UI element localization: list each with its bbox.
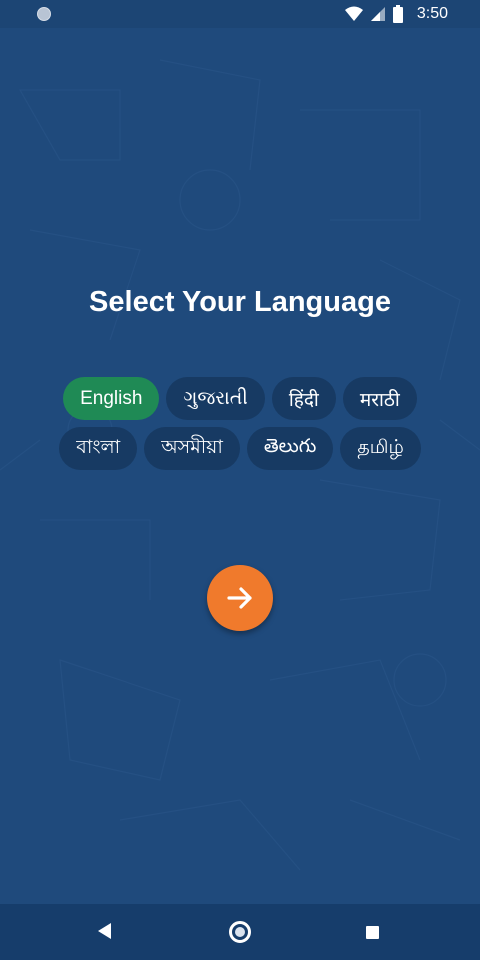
status-icons: 3:50 (344, 0, 448, 28)
notification-dot-icon (37, 7, 51, 21)
language-row-1: English ગુજરાતી हिंदी मराठी (0, 377, 480, 420)
page-title: Select Your Language (89, 286, 391, 318)
wifi-icon (344, 6, 363, 21)
language-select-screen: 3:50 Select Your Language English ગુજરાત… (0, 0, 480, 960)
language-chip-english[interactable]: English (63, 377, 160, 420)
status-bar: 3:50 (0, 0, 480, 28)
battery-icon (392, 5, 403, 23)
home-icon-center (235, 927, 245, 937)
arrow-right-icon (227, 587, 252, 609)
language-chip-tamil[interactable]: தமிழ் (340, 427, 421, 470)
language-row-2: বাংলা অসমীয়া తెలుగు தமிழ் (0, 427, 480, 470)
next-button[interactable] (207, 565, 273, 631)
language-chip-gujarati[interactable]: ગુજરાતી (166, 377, 265, 420)
signal-icon (370, 7, 385, 21)
language-chip-telugu[interactable]: తెలుగు (246, 427, 334, 470)
language-chip-marathi[interactable]: मराठी (342, 377, 417, 420)
recents-icon[interactable] (366, 926, 379, 939)
language-chip-assamese[interactable]: অসমীয়া (144, 427, 240, 470)
home-icon[interactable] (229, 921, 251, 943)
back-icon[interactable] (98, 923, 111, 939)
background-pattern (0, 59, 480, 871)
navigation-bar (0, 904, 480, 960)
language-chip-bengali[interactable]: বাংলা (59, 427, 138, 470)
status-time: 3:50 (416, 5, 448, 22)
language-chip-hindi[interactable]: हिंदी (271, 377, 336, 420)
